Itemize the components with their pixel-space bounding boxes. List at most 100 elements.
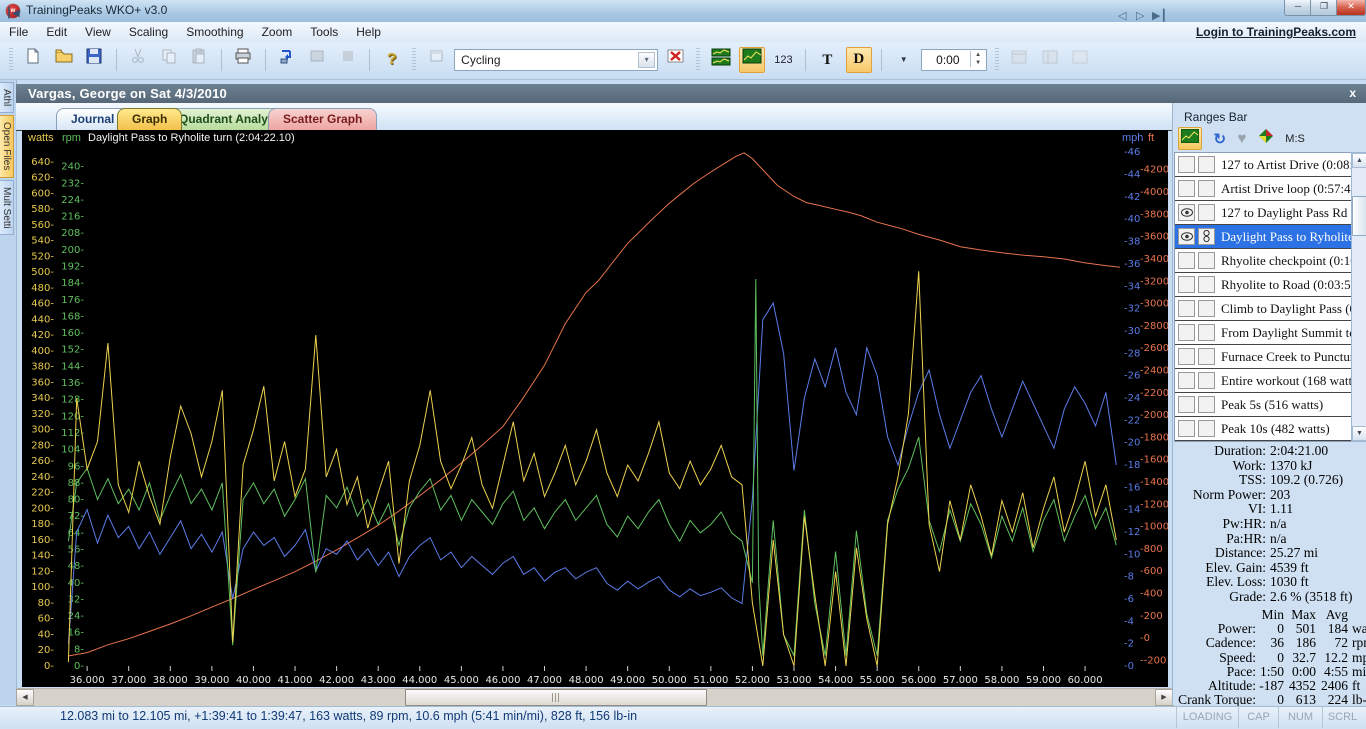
range-list-item[interactable]: 127 to Artist Drive (0:08: [1175,153,1352,177]
visibility-checkbox[interactable] [1178,420,1195,437]
time-mode-button[interactable]: T [815,48,839,72]
document-close-icon[interactable]: x [1349,86,1356,100]
distance-mode-button[interactable]: D [845,47,872,73]
single-chart-button[interactable] [738,47,765,73]
range-list-item[interactable]: Furnace Creek to Puncture [1175,345,1352,369]
range-list-item[interactable]: From Daylight Summit to [1175,321,1352,345]
new-window-button[interactable] [425,48,449,72]
refresh-icon[interactable]: ↻ [1213,130,1226,148]
chart-panel[interactable]: watts rpm Daylight Pass to Ryholite turn… [22,130,1168,687]
range-list-item[interactable]: 127 to Daylight Pass Rd ( [1175,201,1352,225]
range-list-item[interactable]: Daylight Pass to Ryholite [1175,225,1352,249]
minimize-button[interactable]: ─ [1284,0,1312,16]
upload-device-button[interactable] [275,48,299,72]
range-chart-button[interactable] [1178,127,1202,150]
range-pin-icon[interactable] [1198,228,1215,245]
range-checkbox[interactable] [1198,372,1215,389]
stacked-charts-button[interactable] [709,48,733,72]
range-checkbox[interactable] [1198,300,1215,317]
last-tab-icon[interactable]: ▶┃ [1152,9,1167,22]
open-file-button[interactable] [52,48,76,72]
range-list-item[interactable]: Rhyolite to Road (0:03:56 [1175,273,1352,297]
menu-item-help[interactable]: Help [347,22,390,39]
dock-tab-athl[interactable]: Athl [0,82,14,114]
save-file-button[interactable] [82,48,106,72]
extra-tool-3[interactable] [1068,48,1092,72]
restore-button[interactable]: ❐ [1310,0,1338,16]
scroll-left-button[interactable]: ◀ [16,689,34,706]
ranges-scroll-up[interactable]: ▲ [1352,153,1366,168]
dock-tab-mult-setti[interactable]: Mult Setti [0,179,14,236]
device-button[interactable] [305,48,329,72]
range-checkbox[interactable] [1198,156,1215,173]
scrollbar-thumb[interactable] [405,689,707,706]
range-list-item[interactable]: Artist Drive loop (0:57:42 [1175,177,1352,201]
stop-button[interactable] [336,48,360,72]
login-link[interactable]: Login to TrainingPeaks.com [1196,25,1356,39]
paste-button[interactable] [187,48,211,72]
dock-tab-open-files[interactable]: Open Files [0,115,14,178]
tab-graph[interactable]: Graph [117,108,183,130]
range-checkbox[interactable] [1198,204,1215,221]
range-mode-label[interactable]: M:S [1285,133,1305,145]
menu-item-zoom[interactable]: Zoom [253,22,302,39]
range-checkbox[interactable] [1198,180,1215,197]
visibility-checkbox[interactable] [1178,348,1195,365]
ranges-scroll-down[interactable]: ▼ [1352,426,1366,441]
prev-tab-icon[interactable]: ◁ [1118,9,1126,22]
minmax-cell: 0 [1277,621,1284,637]
visibility-checkbox[interactable] [1178,300,1195,317]
numbers-view-button[interactable]: 123 [771,48,795,72]
range-list-item[interactable]: Peak 10s (482 watts) [1175,417,1352,441]
visible-eye-icon[interactable] [1178,228,1195,245]
menu-item-edit[interactable]: Edit [37,22,76,39]
print-button[interactable] [231,48,255,72]
range-checkbox[interactable] [1198,324,1215,341]
detail-value: n/a [1270,530,1287,546]
range-list-item[interactable]: Entire workout (168 watts [1175,369,1352,393]
spinner-arrows[interactable]: ▲ ▼ [970,51,985,67]
range-checkbox[interactable] [1198,252,1215,269]
copy-button[interactable] [157,48,181,72]
visibility-checkbox[interactable] [1178,156,1195,173]
extra-tool-1[interactable] [1007,48,1031,72]
ranges-scroll-thumb[interactable] [1352,196,1366,236]
close-button[interactable]: ✕ [1336,0,1366,16]
smoothing-spinner[interactable]: 0:00 ▲ ▼ [921,49,988,71]
cut-button[interactable] [126,48,150,72]
menu-item-smoothing[interactable]: Smoothing [177,22,252,39]
next-tab-icon[interactable]: ▷ [1136,9,1144,22]
range-list-item[interactable]: Rhyolite checkpoint (0:10 [1175,249,1352,273]
range-checkbox[interactable] [1198,420,1215,437]
menu-item-scaling[interactable]: Scaling [120,22,177,39]
axis-tick-label: -3800 [1140,209,1168,220]
first-tab-icon[interactable]: ┃◀ [6,8,20,19]
visibility-checkbox[interactable] [1178,276,1195,293]
axis-tick-label: 140- [31,551,54,562]
smoothing-dropdown[interactable]: ▼ [892,48,916,72]
extra-tool-2[interactable] [1038,48,1062,72]
range-list-item[interactable]: Peak 5s (516 watts) [1175,393,1352,417]
range-checkbox[interactable] [1198,348,1215,365]
visibility-checkbox[interactable] [1178,396,1195,413]
sport-selector[interactable]: Cycling ▾ [454,49,659,71]
visibility-checkbox[interactable] [1178,252,1195,269]
range-list-item[interactable]: Climb to Daylight Pass (0: [1175,297,1352,321]
peaks-icon[interactable] [1258,129,1274,148]
visibility-checkbox[interactable] [1178,372,1195,389]
visible-eye-icon[interactable] [1178,204,1195,221]
visibility-checkbox[interactable] [1178,324,1195,341]
menu-item-tools[interactable]: Tools [301,22,347,39]
tab-scatter-graph[interactable]: Scatter Graph [268,108,378,130]
range-checkbox[interactable] [1198,276,1215,293]
range-checkbox[interactable] [1198,396,1215,413]
menu-item-file[interactable]: File [0,22,37,39]
new-file-button[interactable] [21,48,45,72]
help-button[interactable]: ? [380,48,404,72]
chart-plot[interactable]: 0- 20- 40- 60- 80- 100- 120- 140- 160- 180- 200- 22… [22,148,1168,687]
scroll-right-button[interactable]: ▶ [1155,689,1173,706]
heart-icon[interactable]: ♥ [1237,130,1246,147]
visibility-checkbox[interactable] [1178,180,1195,197]
delete-workout-button[interactable] [664,48,688,72]
menu-item-view[interactable]: View [76,22,120,39]
